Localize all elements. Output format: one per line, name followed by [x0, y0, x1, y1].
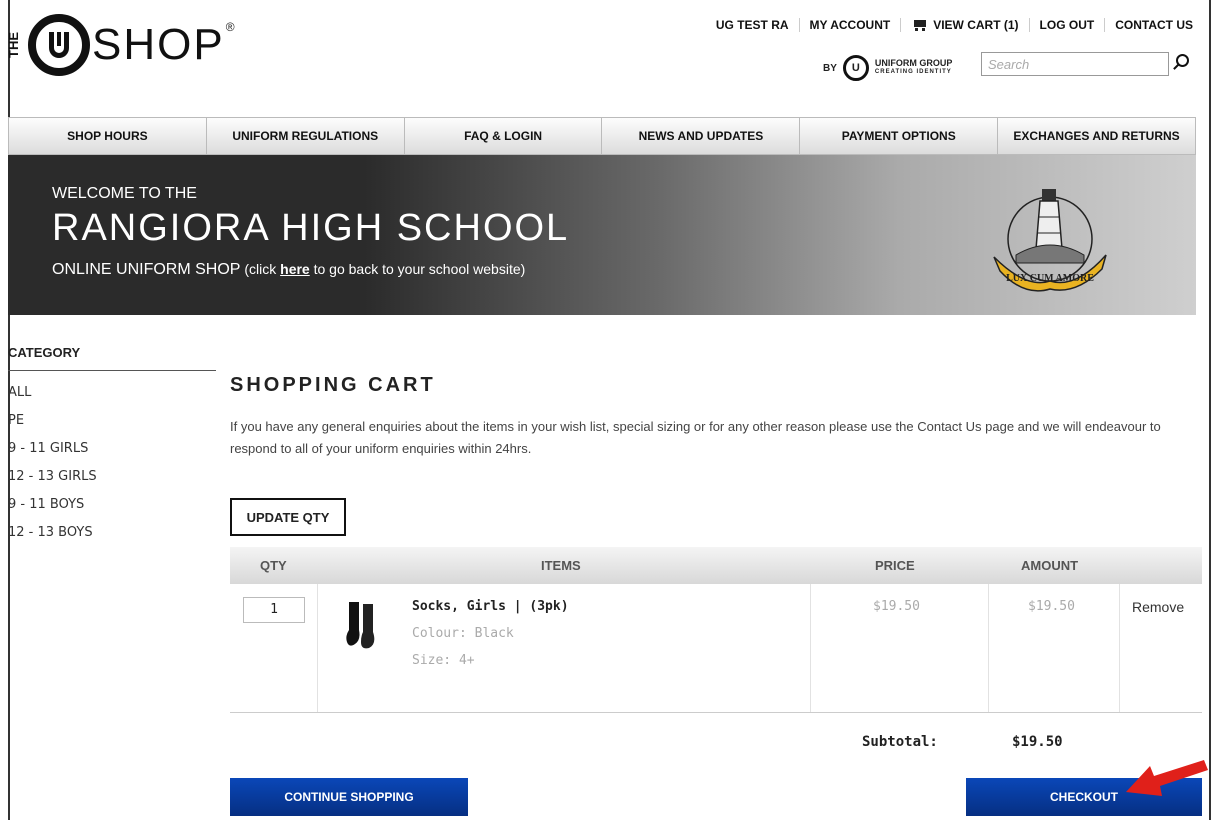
banner-click-text: (click: [240, 261, 281, 277]
top-link-view-cart[interactable]: VIEW CART (1): [900, 18, 1028, 32]
update-qty-button[interactable]: UPDATE QTY: [230, 498, 346, 536]
ug-mark: U: [851, 62, 860, 74]
category-item-pe[interactable]: PE: [8, 413, 97, 441]
page-title: SHOPPING CART: [230, 374, 436, 396]
remove-item-link[interactable]: Remove: [1132, 599, 1184, 615]
banner-welcome: WELCOME TO THE: [52, 185, 197, 202]
top-link-my-account[interactable]: MY ACCOUNT: [798, 18, 901, 32]
logo-shop-text: SHOP: [92, 20, 225, 69]
category-item-all[interactable]: ALL: [8, 385, 97, 413]
logo-u-circle-icon: [28, 14, 90, 76]
ug-name: UNIFORM GROUP: [874, 58, 953, 68]
continue-shopping-button[interactable]: CONTINUE SHOPPING: [230, 778, 468, 816]
banner-subtitle-suffix: to go back to your school website): [309, 261, 526, 277]
item-size: Size: 4+: [412, 653, 475, 668]
nav-shop-hours[interactable]: SHOP HOURS: [9, 118, 206, 154]
col-qty-header: QTY: [260, 558, 287, 573]
by-label: BY: [823, 62, 837, 74]
socks-product-image: [346, 602, 375, 649]
nav-uniform-regulations[interactable]: UNIFORM REGULATIONS: [205, 118, 404, 154]
view-cart-label: VIEW CART (1): [933, 18, 1019, 32]
col-items-header: ITEMS: [541, 558, 581, 573]
logo-the-text: THE: [6, 32, 22, 58]
banner-subtitle: ONLINE UNIFORM SHOP (click here to go ba…: [52, 261, 525, 279]
crest-motto: LUX CUM AMORE: [1006, 273, 1094, 284]
school-banner: WELCOME TO THE RANGIORA HIGH SCHOOL ONLI…: [8, 155, 1196, 315]
search-input[interactable]: Search: [981, 52, 1169, 76]
school-website-link[interactable]: here: [280, 261, 310, 277]
banner-subtitle-prefix: ONLINE UNIFORM SHOP: [52, 261, 241, 278]
top-link-contact-us[interactable]: CONTACT US: [1104, 18, 1203, 32]
item-name[interactable]: Socks, Girls | (3pk): [412, 599, 569, 614]
logo-the-letters: THE: [6, 32, 21, 58]
cart-row-divider: [810, 584, 811, 712]
uniform-group-wordmark: UNIFORM GROUP CREATING IDENTITY: [875, 59, 953, 77]
nav-faq-login[interactable]: FAQ & LOGIN: [403, 118, 602, 154]
category-item-9-11-girls[interactable]: 9 - 11 GIRLS: [8, 441, 97, 469]
red-arrow-annotation: [1126, 760, 1208, 796]
category-title: CATEGORY: [8, 345, 81, 360]
nav-payment-options[interactable]: PAYMENT OPTIONS: [799, 118, 997, 154]
ug-tagline: CREATING IDENTITY: [874, 69, 952, 75]
cart-row-divider: [317, 584, 318, 712]
cart-row-divider: [988, 584, 989, 712]
search-icon[interactable]: [1176, 54, 1189, 67]
subtotal-value: $19.50: [1012, 734, 1063, 750]
top-links: UG TEST RA MY ACCOUNT VIEW CART (1) LOG …: [706, 18, 1203, 32]
school-crest-logo: LUX CUM AMORE: [993, 189, 1107, 292]
quantity-input[interactable]: 1: [243, 597, 305, 623]
nav-news-updates[interactable]: NEWS AND UPDATES: [601, 118, 799, 154]
item-colour: Colour: Black: [412, 626, 514, 641]
item-amount: $19.50: [1028, 599, 1075, 614]
item-price: $19.50: [873, 599, 920, 614]
top-link-user[interactable]: UG TEST RA: [706, 18, 799, 32]
logo-registered-mark: ®: [225, 20, 235, 34]
uniform-group-logo-icon: U: [842, 55, 869, 81]
category-divider: [8, 370, 216, 371]
top-link-log-out[interactable]: LOG OUT: [1028, 18, 1105, 32]
nav-exchanges-returns[interactable]: EXCHANGES AND RETURNS: [997, 118, 1195, 154]
banner-school-name: RANGIORA HIGH SCHOOL: [52, 207, 570, 249]
category-item-12-13-girls[interactable]: 12 - 13 GIRLS: [8, 469, 97, 497]
uniform-group-byline: BY U UNIFORM GROUP CREATING IDENTITY: [823, 55, 952, 81]
cart-row-divider: [1119, 584, 1120, 712]
subtotal-label: Subtotal:: [862, 734, 938, 750]
category-item-9-11-boys[interactable]: 9 - 11 BOYS: [8, 497, 97, 525]
col-amount-header: AMOUNT: [1021, 558, 1079, 573]
main-nav: SHOP HOURS UNIFORM REGULATIONS FAQ & LOG…: [8, 117, 1196, 155]
category-item-12-13-boys[interactable]: 12 - 13 BOYS: [8, 525, 97, 553]
cart-intro-text: If you have any general enquiries about …: [230, 419, 1161, 456]
col-price-header: PRICE: [875, 558, 915, 573]
the-u-shop-logo[interactable]: THE SHOP ®: [6, 14, 235, 76]
category-list: ALL PE 9 - 11 GIRLS 12 - 13 GIRLS 9 - 11…: [8, 385, 97, 553]
cart-table-header: QTY ITEMS PRICE AMOUNT: [230, 547, 1202, 584]
cart-icon: [911, 19, 927, 31]
